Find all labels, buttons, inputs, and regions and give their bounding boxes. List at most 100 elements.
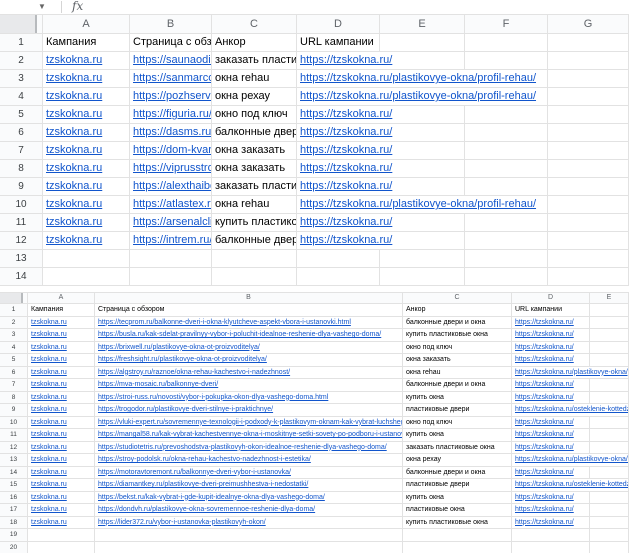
bottom-cell-D7[interactable]: https://tzskokna.ru/ [512, 379, 590, 392]
bottom-cell-C13[interactable]: окна рехау [403, 454, 512, 467]
top-cell-D4[interactable]: https://tzskokna.ru/plastikovye-okna/pro… [297, 88, 548, 106]
bottom-row-header-20[interactable]: 20 [0, 542, 28, 553]
top-cell-B9[interactable]: https://alexthaibo [130, 178, 212, 196]
bottom-cell-C16[interactable]: купить окна [403, 492, 512, 505]
bottom-cell-C8[interactable]: купить окна [403, 392, 512, 405]
bottom-row-header-9[interactable]: 9 [0, 404, 28, 417]
top-row-header-7[interactable]: 7 [0, 142, 43, 160]
bottom-cell-link-text[interactable]: https://freshsight.ru/plastikovye-okna-o… [98, 356, 267, 363]
top-cell-F12[interactable] [465, 232, 548, 250]
top-cell-link-text[interactable]: https://pozhservi [133, 90, 212, 102]
top-cell-A2[interactable]: tzskokna.ru [43, 52, 130, 70]
bottom-cell-link-text[interactable]: https://studiotetris.ru/prevoshodstva-pl… [98, 444, 387, 451]
bottom-cell-C3[interactable]: купить пластиковые окна [403, 329, 512, 342]
bottom-cell-link-text[interactable]: https://stroy-podolsk.ru/okna-rehau-kach… [98, 456, 311, 463]
bottom-cell-link-text[interactable]: https://trogodor.ru/plastikovye-dveri-st… [98, 406, 273, 413]
bottom-cell-link-text[interactable]: https://tzskokna.ru/ [515, 494, 574, 501]
top-column-header-C[interactable]: C [212, 15, 297, 34]
top-row-header-1[interactable]: 1 [0, 34, 43, 52]
bottom-cell-link-text[interactable]: https://tzskokna.ru/ [515, 469, 574, 476]
top-cell-B2[interactable]: https://saunaodis [130, 52, 212, 70]
top-row-header-2[interactable]: 2 [0, 52, 43, 70]
top-row-header-6[interactable]: 6 [0, 124, 43, 142]
bottom-cell-C2[interactable]: балконные двери и окна [403, 317, 512, 330]
bottom-cell-E2[interactable] [590, 317, 629, 330]
bottom-cell-link-text[interactable]: https://mva-mosaic.ru/balkonnye-dveri/ [98, 381, 218, 388]
top-cell-C11[interactable]: купить пластико [212, 214, 297, 232]
bottom-row-header-19[interactable]: 19 [0, 529, 28, 542]
bottom-cell-E1[interactable] [590, 304, 629, 317]
top-cell-link-text[interactable]: tzskokna.ru [46, 72, 102, 84]
bottom-cell-C7[interactable]: балконные двери и окна [403, 379, 512, 392]
top-cell-F2[interactable] [465, 52, 548, 70]
bottom-cell-B5[interactable]: https://freshsight.ru/plastikovye-okna-o… [95, 354, 403, 367]
bottom-row-header-14[interactable]: 14 [0, 467, 28, 480]
bottom-cell-E19[interactable] [590, 529, 629, 542]
top-row-header-13[interactable]: 13 [0, 250, 43, 268]
top-cell-G14[interactable] [548, 268, 629, 286]
top-cell-link-text[interactable]: https://tzskokna.ru/ [300, 126, 392, 138]
top-cell-D9[interactable]: https://tzskokna.ru/ [297, 178, 465, 196]
bottom-row-header-4[interactable]: 4 [0, 342, 28, 355]
bottom-cell-E11[interactable] [590, 429, 629, 442]
top-cell-C4[interactable]: окна рехау [212, 88, 297, 106]
bottom-cell-D16[interactable]: https://tzskokna.ru/ [512, 492, 590, 505]
bottom-cell-D20[interactable] [512, 542, 590, 553]
bottom-cell-link-text[interactable]: https://algstroy.ru/raznoe/okna-rehau-ka… [98, 369, 290, 376]
bottom-row-header-10[interactable]: 10 [0, 417, 28, 430]
top-cell-link-text[interactable]: https://alexthaibo [133, 180, 212, 192]
top-cell-link-text[interactable]: https://tzskokna.ru/plastikovye-okna/pro… [300, 198, 536, 210]
top-cell-E13[interactable] [380, 250, 465, 268]
bottom-cell-E4[interactable] [590, 342, 629, 355]
top-row-header-11[interactable]: 11 [0, 214, 43, 232]
bottom-cell-B8[interactable]: https://stroi-russ.ru/novosti/vybor-i-po… [95, 392, 403, 405]
bottom-cell-C5[interactable]: окна заказать [403, 354, 512, 367]
bottom-cell-A5[interactable]: tzskokna.ru [28, 354, 95, 367]
top-cell-G1[interactable] [548, 34, 629, 52]
bottom-row-header-7[interactable]: 7 [0, 379, 28, 392]
top-column-header-G[interactable]: G [548, 15, 629, 34]
top-cell-F5[interactable] [465, 106, 548, 124]
bottom-cell-A12[interactable]: tzskokna.ru [28, 442, 95, 455]
bottom-cell-link-text[interactable]: tzskokna.ru [31, 506, 67, 513]
bottom-cell-A3[interactable]: tzskokna.ru [28, 329, 95, 342]
top-cell-G4[interactable] [548, 88, 629, 106]
bottom-cell-C17[interactable]: пластиковые окна [403, 504, 512, 517]
top-row-header-10[interactable]: 10 [0, 196, 43, 214]
bottom-cell-B17[interactable]: https://dondvh.ru/plastikovye-okna-sovre… [95, 504, 403, 517]
top-cell-link-text[interactable]: tzskokna.ru [46, 144, 102, 156]
top-cell-link-text[interactable]: https://viprusstro [133, 162, 212, 174]
top-cell-B7[interactable]: https://dom-kvar [130, 142, 212, 160]
bottom-cell-A18[interactable]: tzskokna.ru [28, 517, 95, 530]
top-cell-D2[interactable]: https://tzskokna.ru/ [297, 52, 465, 70]
bottom-cell-B10[interactable]: https://vluki-expert.ru/sovremennye-texn… [95, 417, 403, 430]
top-cell-D14[interactable] [297, 268, 380, 286]
bottom-cell-A20[interactable] [28, 542, 95, 553]
top-cell-G13[interactable] [548, 250, 629, 268]
top-cell-C7[interactable]: окна заказать [212, 142, 297, 160]
top-cell-B13[interactable] [130, 250, 212, 268]
top-cell-link-text[interactable]: tzskokna.ru [46, 108, 102, 120]
top-row-header-5[interactable]: 5 [0, 106, 43, 124]
bottom-select-all-corner[interactable] [0, 293, 28, 304]
top-row-header-3[interactable]: 3 [0, 70, 43, 88]
top-cell-link-text[interactable]: https://tzskokna.ru/ [300, 144, 392, 156]
top-cell-A13[interactable] [43, 250, 130, 268]
bottom-cell-link-text[interactable]: https://tzskokna.ru/ [515, 344, 574, 351]
bottom-column-header-A[interactable]: A [28, 293, 95, 304]
top-row-header-12[interactable]: 12 [0, 232, 43, 250]
top-row-header-14[interactable]: 14 [0, 268, 43, 286]
bottom-cell-link-text[interactable]: tzskokna.ru [31, 444, 67, 451]
top-cell-E14[interactable] [380, 268, 465, 286]
bottom-cell-C10[interactable]: окно под ключ [403, 417, 512, 430]
bottom-cell-D15[interactable]: https://tzskokna.ru/osteklenie-kottedzhe… [512, 479, 629, 492]
bottom-cell-B3[interactable]: https://busla.ru/kak-sdelat-pravilnyy-vy… [95, 329, 403, 342]
top-cell-B12[interactable]: https://intrem.ru/ [130, 232, 212, 250]
bottom-cell-C1[interactable]: Анкор [403, 304, 512, 317]
top-cell-A8[interactable]: tzskokna.ru [43, 160, 130, 178]
top-cell-F9[interactable] [465, 178, 548, 196]
bottom-cell-A8[interactable]: tzskokna.ru [28, 392, 95, 405]
bottom-cell-C19[interactable] [403, 529, 512, 542]
bottom-column-header-D[interactable]: D [512, 293, 590, 304]
bottom-row-header-5[interactable]: 5 [0, 354, 28, 367]
